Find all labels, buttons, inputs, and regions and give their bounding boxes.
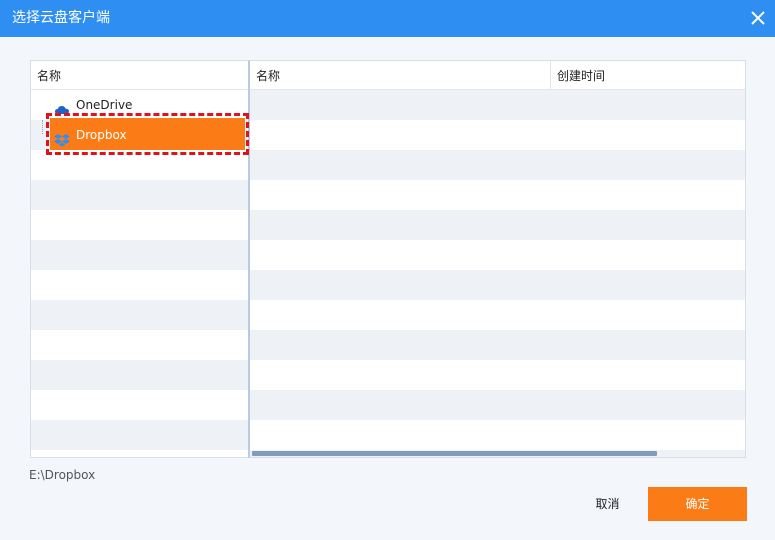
onedrive-label: OneDrive — [76, 98, 133, 112]
cancel-button[interactable]: 取消 — [580, 487, 635, 521]
list-rows — [250, 90, 745, 457]
window-title: 选择云盘客户端 — [12, 10, 110, 26]
close-icon[interactable] — [750, 10, 766, 26]
onedrive-cloud-icon — [54, 98, 70, 114]
list-name-column[interactable]: 名称 — [250, 61, 550, 90]
tree-item-onedrive[interactable]: OneDrive — [54, 90, 244, 120]
ok-button[interactable]: 确定 — [648, 487, 747, 521]
title-bar: 选择云盘客户端 — [0, 0, 775, 37]
dropbox-icon — [54, 128, 70, 147]
tree-name-column[interactable]: 名称 — [31, 61, 61, 90]
horizontal-scrollbar[interactable] — [252, 451, 657, 456]
selected-path: E:\Dropbox — [29, 468, 96, 482]
tree-item-dropbox-content[interactable]: Dropbox — [54, 120, 244, 150]
tree-connector — [42, 120, 43, 134]
tree-header: 名称 — [31, 61, 248, 90]
dropbox-label: Dropbox — [76, 128, 127, 142]
list-header: 名称 创建时间 — [250, 61, 745, 90]
list-created-column[interactable]: 创建时间 — [550, 61, 745, 90]
file-list-panel: 名称 创建时间 — [248, 60, 746, 458]
